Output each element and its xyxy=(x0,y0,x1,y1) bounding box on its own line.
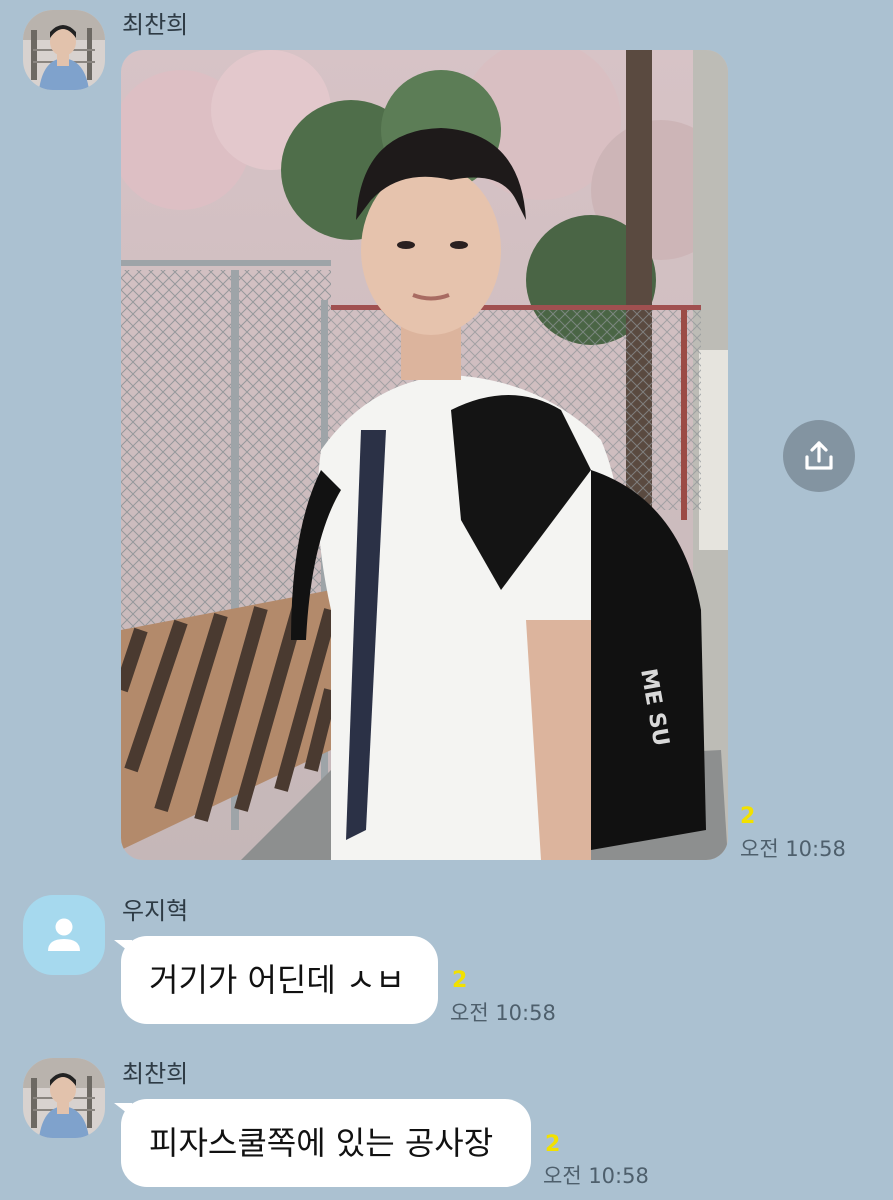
message-bubble[interactable]: 거기가 어딘데 ㅅㅂ xyxy=(121,936,438,1024)
sender-avatar[interactable] xyxy=(23,1058,105,1138)
person-icon xyxy=(48,918,80,951)
unread-count: 2 xyxy=(740,804,756,829)
message-text: 거기가 어딘데 ㅅㅂ xyxy=(149,961,405,999)
message-time: 오전 10:58 xyxy=(543,1164,649,1188)
share-button[interactable] xyxy=(783,420,855,492)
profile-photo xyxy=(23,1058,105,1138)
unread-count: 2 xyxy=(452,968,468,993)
message-bubble[interactable]: 피자스쿨쪽에 있는 공사장 xyxy=(121,1099,531,1187)
sender-name: 최찬희 xyxy=(122,11,189,39)
sender-name: 우지혁 xyxy=(122,897,189,925)
sender-avatar[interactable] xyxy=(23,895,105,975)
message-time: 오전 10:58 xyxy=(450,1001,556,1025)
share-icon xyxy=(805,441,833,470)
message-time: 오전 10:58 xyxy=(740,837,846,861)
unread-count: 2 xyxy=(545,1132,561,1157)
profile-photo xyxy=(23,10,105,90)
photo-message[interactable]: ME SU xyxy=(121,50,728,860)
shared-photo: ME SU xyxy=(121,50,728,860)
sender-name: 최찬희 xyxy=(122,1060,189,1088)
sender-avatar[interactable] xyxy=(23,10,105,90)
message-text: 피자스쿨쪽에 있는 공사장 xyxy=(149,1124,494,1162)
